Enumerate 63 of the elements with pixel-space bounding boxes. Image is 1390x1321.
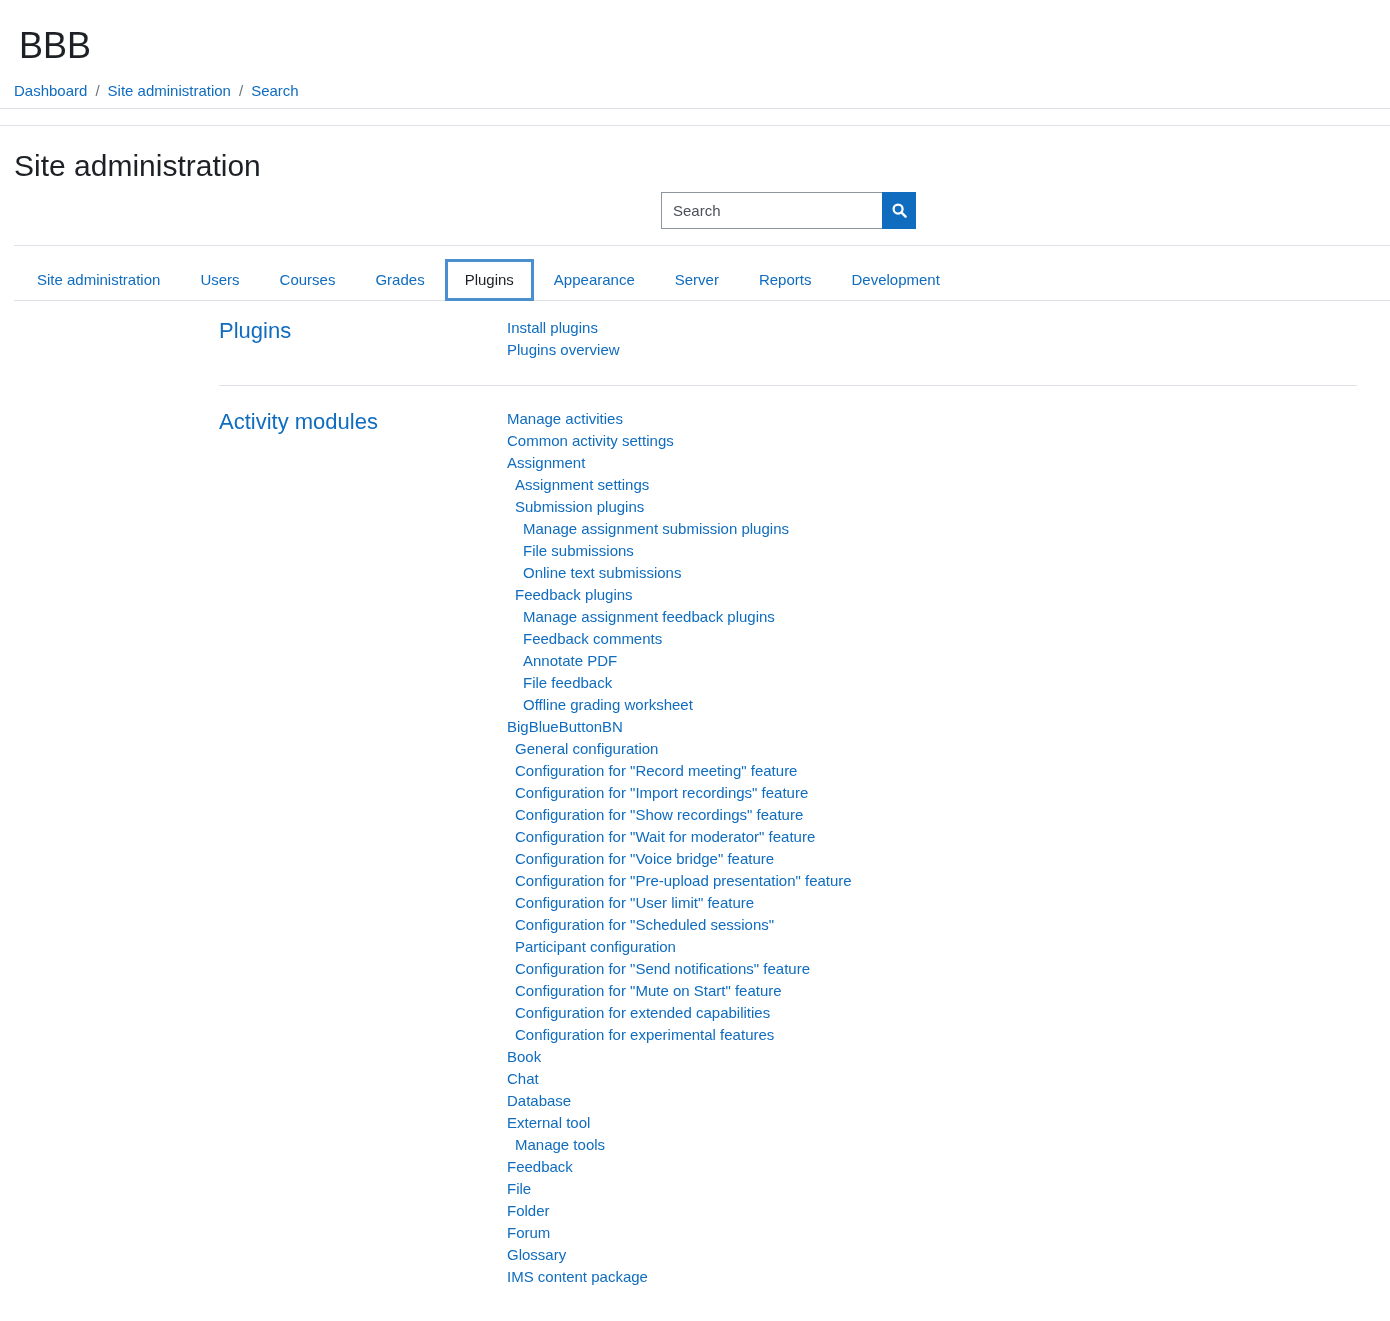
admin-link[interactable]: File submissions xyxy=(523,540,852,562)
admin-link[interactable]: Feedback comments xyxy=(523,628,852,650)
admin-link[interactable]: Assignment xyxy=(507,452,852,474)
admin-link[interactable]: Forum xyxy=(507,1222,852,1244)
search-button[interactable] xyxy=(882,192,916,229)
nav-tab[interactable]: Server xyxy=(654,259,739,301)
admin-link[interactable]: BigBlueButtonBN xyxy=(507,716,852,738)
admin-link[interactable]: Configuration for experimental features xyxy=(515,1024,852,1046)
admin-link[interactable]: Manage assignment feedback plugins xyxy=(523,606,852,628)
search-icon xyxy=(891,203,907,218)
admin-link[interactable]: Folder xyxy=(507,1200,852,1222)
section-heading: Activity modules xyxy=(219,408,379,436)
admin-link[interactable]: Configuration for "Wait for moderator" feature xyxy=(515,826,852,848)
admin-link[interactable]: Configuration for "Mute on Start" feature xyxy=(515,980,852,1002)
admin-link[interactable]: Assignment settings xyxy=(515,474,852,496)
admin-link[interactable]: Submission plugins xyxy=(515,496,852,518)
breadcrumb-separator: / xyxy=(238,82,244,99)
nav-tab[interactable]: Users xyxy=(180,259,260,301)
admin-link[interactable]: General configuration xyxy=(515,738,852,760)
breadcrumb-separator: / xyxy=(95,82,100,99)
admin-link[interactable]: Configuration for "Voice bridge" feature xyxy=(515,848,852,870)
admin-link[interactable]: Online text submissions xyxy=(523,562,852,584)
admin-link[interactable]: Configuration for "Scheduled sessions" xyxy=(515,914,852,936)
admin-link[interactable]: External tool xyxy=(507,1112,852,1134)
page-title: Site administration xyxy=(14,148,262,184)
admin-link[interactable]: Manage tools xyxy=(515,1134,852,1156)
nav-tab[interactable]: Plugins xyxy=(444,259,534,301)
nav-tab[interactable]: Development xyxy=(831,259,960,301)
admin-link[interactable]: Offline grading worksheet xyxy=(523,694,852,716)
nav-tab[interactable]: Site administration xyxy=(17,259,181,301)
admin-link[interactable]: Glossary xyxy=(507,1244,852,1266)
admin-link[interactable]: Configuration for "Show recordings" feature xyxy=(515,804,852,826)
admin-link[interactable]: IMS content package xyxy=(507,1266,852,1288)
breadcrumb-link[interactable]: Search xyxy=(251,82,299,99)
admin-link[interactable]: Participant configuration xyxy=(515,936,852,958)
breadcrumb-link[interactable]: Dashboard xyxy=(14,82,88,99)
admin-link[interactable]: Chat xyxy=(507,1068,852,1090)
admin-link[interactable]: Configuration for extended capabilities xyxy=(515,1002,852,1024)
admin-link[interactable]: File xyxy=(507,1178,852,1200)
breadcrumb-link[interactable]: Site administration xyxy=(107,82,231,99)
admin-link[interactable]: Feedback plugins xyxy=(515,584,852,606)
admin-link[interactable]: Configuration for "Pre-upload presentation" feature xyxy=(515,870,852,892)
nav-tab[interactable]: Courses xyxy=(259,259,356,301)
search-field[interactable]: Search xyxy=(661,192,882,229)
admin-link[interactable]: Configuration for "Record meeting" feature xyxy=(515,760,852,782)
admin-link[interactable]: Database xyxy=(507,1090,852,1112)
admin-link[interactable]: Configuration for "Send notifications" feature xyxy=(515,958,852,980)
admin-link[interactable]: File feedback xyxy=(523,672,852,694)
admin-link[interactable]: Configuration for "User limit" feature xyxy=(515,892,852,914)
admin-link[interactable]: Book xyxy=(507,1046,852,1068)
nav-tab[interactable]: Reports xyxy=(738,259,832,301)
site-name: BBB xyxy=(18,26,93,66)
admin-link[interactable]: Common activity settings xyxy=(507,430,852,452)
nav-tab[interactable]: Appearance xyxy=(533,259,655,301)
admin-link[interactable]: Feedback xyxy=(507,1156,852,1178)
section-heading: Plugins xyxy=(219,317,293,345)
admin-link[interactable]: Install plugins xyxy=(507,317,620,339)
admin-link[interactable]: Manage activities xyxy=(507,408,852,430)
admin-link[interactable]: Plugins overview xyxy=(507,339,620,361)
admin-link[interactable]: Configuration for "Import recordings" feature xyxy=(515,782,852,804)
admin-link[interactable]: Manage assignment submission plugins xyxy=(523,518,852,540)
admin-link[interactable]: Annotate PDF xyxy=(523,650,852,672)
nav-tab[interactable]: Grades xyxy=(355,259,445,301)
